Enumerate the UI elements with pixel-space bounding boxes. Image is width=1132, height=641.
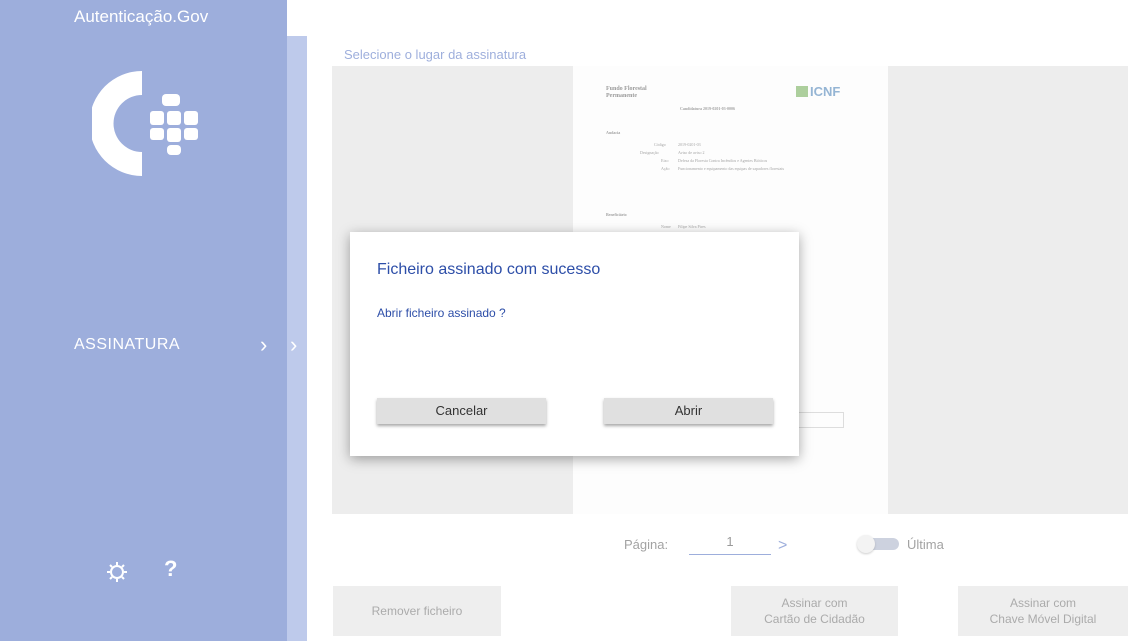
- cancel-button[interactable]: Cancelar: [377, 398, 546, 424]
- signed-file-dialog: Ficheiro assinado com sucesso Abrir fich…: [350, 232, 799, 456]
- open-button[interactable]: Abrir: [604, 398, 773, 424]
- dialog-message: Abrir ficheiro assinado ?: [377, 306, 506, 320]
- dialog-title: Ficheiro assinado com sucesso: [377, 261, 601, 278]
